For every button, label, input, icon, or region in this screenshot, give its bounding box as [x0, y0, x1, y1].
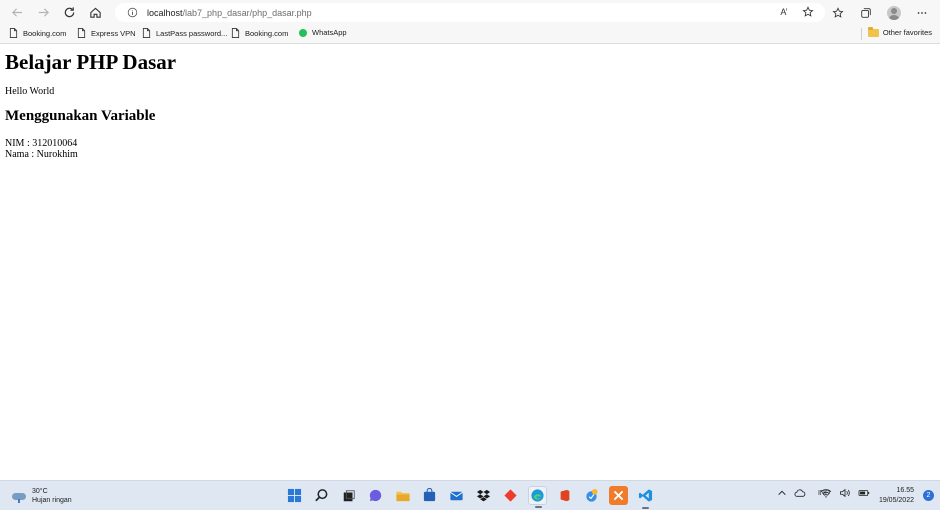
other-favorites-label: Other favorites [882, 28, 932, 37]
favorite-lastpass[interactable]: LastPass password... [142, 28, 227, 38]
office-button[interactable] [555, 486, 574, 505]
start-button[interactable] [285, 486, 304, 505]
chat-icon [369, 489, 382, 502]
taskbar: 30°C Hujan ringan IND 16.55 19/05/2022 2 [0, 480, 940, 510]
other-favorites[interactable]: Other favorites [867, 26, 932, 37]
edge-icon [531, 489, 544, 502]
rain-cloud-icon [12, 490, 28, 503]
favorite-whatsapp[interactable]: WhatsApp [299, 28, 347, 37]
arrow-left-icon [11, 8, 22, 17]
folder-icon [395, 491, 410, 502]
file-explorer-button[interactable] [393, 486, 412, 505]
chevron-up-icon[interactable] [777, 488, 787, 498]
url-path: /lab7_php_dasar/php_dasar.php [182, 7, 312, 18]
weather-temp: 30°C [32, 488, 48, 495]
xampp-icon [613, 490, 624, 501]
favorite-label: Booking.com [23, 28, 67, 38]
favorites-divider [861, 28, 862, 40]
favorite-label: WhatsApp [312, 28, 347, 37]
clock-time: 16.55 [896, 487, 914, 494]
chat-button[interactable] [366, 486, 385, 505]
windows-icon [287, 488, 302, 503]
task-view-icon [343, 489, 355, 501]
home-button[interactable] [82, 2, 108, 24]
favorite-label: Booking.com [245, 28, 289, 38]
page-icon [142, 28, 151, 38]
favorite-label: Express VPN [91, 28, 136, 38]
store-icon [423, 488, 436, 502]
add-favorite-icon[interactable] [801, 5, 815, 19]
vscode-icon [638, 489, 653, 502]
refresh-icon [64, 7, 74, 18]
mail-icon [450, 491, 463, 501]
edge-button[interactable] [528, 486, 547, 508]
profile-avatar[interactable] [884, 3, 904, 22]
chrome-button[interactable] [582, 486, 601, 505]
anydesk-icon [504, 489, 517, 502]
xampp-button[interactable] [609, 486, 628, 505]
folder-icon [867, 26, 879, 37]
taskbar-apps [285, 486, 655, 509]
settings-more-icon[interactable] [912, 3, 932, 22]
mail-button[interactable] [447, 486, 466, 505]
search-button[interactable] [312, 486, 331, 505]
volume-icon[interactable] [839, 488, 851, 498]
battery-icon[interactable] [858, 488, 870, 498]
address-bar[interactable]: localhost/lab7_php_dasar/php_dasar.php A… [115, 3, 825, 22]
store-button[interactable] [420, 486, 439, 505]
onedrive-cloud-icon[interactable] [794, 488, 806, 498]
favorite-booking-1[interactable]: Booking.com [9, 28, 66, 38]
collections-icon[interactable] [856, 3, 876, 22]
anydesk-button[interactable] [501, 486, 520, 505]
vscode-button[interactable] [636, 486, 655, 509]
arrow-right-icon [38, 8, 49, 17]
browser-toolbar: localhost/lab7_php_dasar/php_dasar.php A… [0, 0, 940, 25]
wifi-icon[interactable] [820, 488, 832, 498]
nama-text: Nama : Nurokhim [5, 149, 78, 160]
greeting-text: Hello World [5, 86, 55, 97]
page-title: Belajar PHP Dasar [5, 50, 177, 74]
office-icon [560, 489, 569, 502]
favorite-express-vpn[interactable]: Express VPN [77, 28, 136, 38]
section-heading: Menggunakan Variable [5, 108, 156, 124]
dropbox-button[interactable] [474, 486, 493, 505]
read-aloud-icon[interactable]: A’ [777, 5, 791, 19]
avatar-icon [887, 5, 901, 20]
clock-date: 19/05/2022 [878, 497, 914, 504]
search-icon [315, 489, 328, 502]
favorites-icon[interactable] [828, 3, 848, 22]
info-icon[interactable] [125, 6, 139, 20]
whatsapp-icon [299, 28, 307, 37]
notification-badge[interactable]: 2 [923, 490, 934, 501]
favorites-bar: Booking.com Express VPN LastPass passwor… [0, 25, 940, 44]
url-text[interactable]: localhost/lab7_php_dasar/php_dasar.php [147, 8, 312, 18]
task-view-button[interactable] [339, 486, 358, 505]
forward-button[interactable] [30, 2, 56, 24]
favorite-label: LastPass password... [156, 28, 228, 38]
browser-app-icon [586, 488, 598, 502]
weather-widget[interactable]: 30°C Hujan ringan [12, 487, 72, 505]
page-icon [9, 28, 18, 38]
page-icon [77, 28, 86, 38]
weather-desc: Hujan ringan [32, 497, 72, 504]
refresh-button[interactable] [56, 2, 82, 24]
favorite-booking-2[interactable]: Booking.com [231, 28, 288, 38]
dropbox-icon [476, 489, 491, 502]
clock[interactable]: 16.55 19/05/2022 [879, 486, 914, 506]
home-icon [89, 7, 101, 18]
url-host: localhost [147, 7, 183, 18]
nim-text: NIM : 312010064 [5, 138, 78, 149]
back-button[interactable] [4, 2, 30, 24]
page-icon [231, 28, 240, 38]
status-icons [820, 488, 870, 498]
